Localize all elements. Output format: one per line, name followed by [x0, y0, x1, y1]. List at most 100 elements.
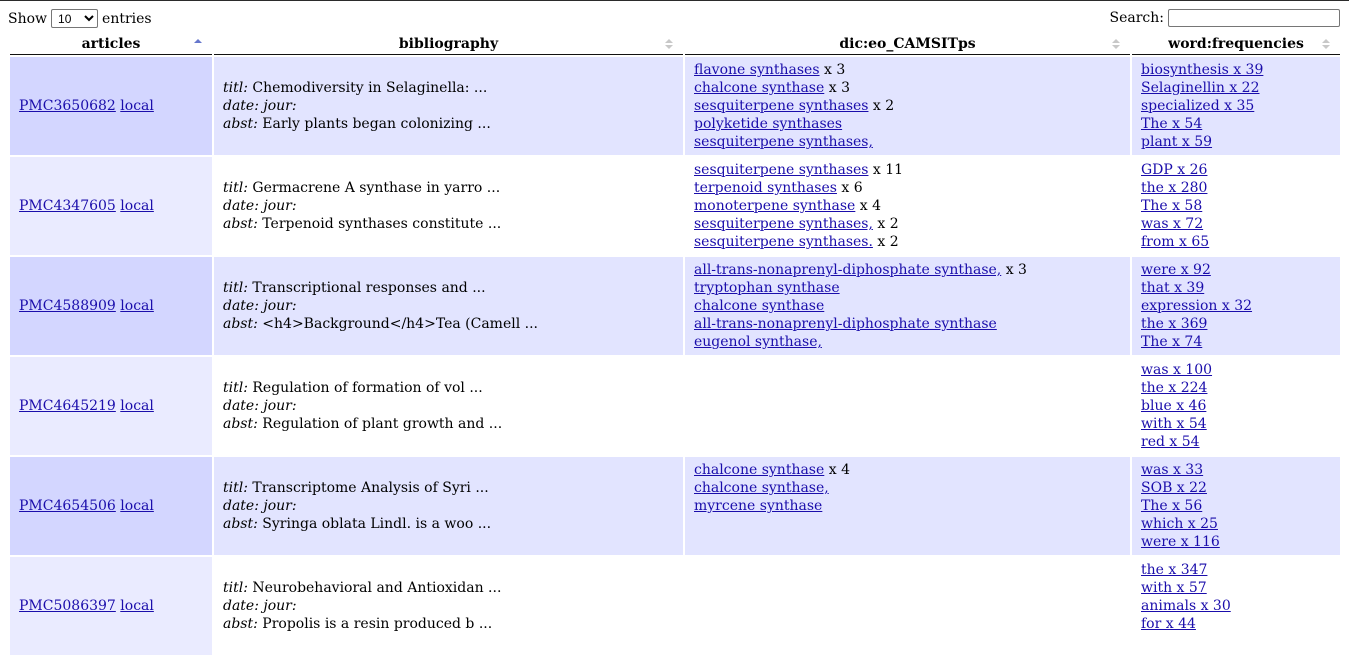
local-link[interactable]: local	[120, 98, 154, 114]
local-link[interactable]: local	[120, 398, 154, 414]
word-frequency-link[interactable]: were x 116	[1141, 534, 1220, 550]
header-row: articles bibliography dic:eo_CAMSITps wo…	[10, 34, 1340, 55]
bib-titl-label: titl:	[223, 280, 248, 296]
dic-term-link[interactable]: chalcone synthase	[694, 80, 824, 96]
word-frequency-link[interactable]: with x 54	[1141, 416, 1207, 432]
word-frequency-link[interactable]: with x 57	[1141, 580, 1207, 596]
local-link[interactable]: local	[120, 298, 154, 314]
dic-term-link[interactable]: tryptophan synthase	[694, 280, 840, 296]
word-frequency-link[interactable]: The x 74	[1141, 334, 1202, 350]
dic-term-link[interactable]: eugenol synthase,	[694, 334, 822, 350]
dic-term-link[interactable]: chalcone synthase	[694, 462, 824, 478]
dic-term-count: x 4	[855, 198, 882, 214]
word-frequency-link[interactable]: the x 224	[1141, 380, 1207, 396]
dic-term-link[interactable]: chalcone synthase,	[694, 480, 829, 496]
word-frequency-link[interactable]: biosynthesis x 39	[1141, 62, 1263, 78]
word-frequency-link[interactable]: that x 39	[1141, 280, 1204, 296]
word-frequency-link[interactable]: The x 58	[1141, 198, 1202, 214]
word-frequency-link[interactable]: plant x 59	[1141, 134, 1212, 150]
pmc-link[interactable]: PMC4654506	[19, 498, 116, 514]
dic-term-link[interactable]: all-trans-nonaprenyl-diphosphate synthas…	[694, 262, 1001, 278]
word-frequency-link[interactable]: the x 347	[1141, 562, 1207, 578]
dic-term-link[interactable]: flavone synthases	[694, 62, 820, 78]
sort-both-icon	[1322, 39, 1330, 49]
bibliography-cell: titl: Transcriptional responses and ... d…	[214, 257, 683, 355]
word-frequency-link[interactable]: The x 54	[1141, 116, 1202, 132]
word-frequency-link[interactable]: the x 280	[1141, 180, 1207, 196]
word-entry: was x 72	[1141, 215, 1340, 233]
column-header-dic[interactable]: dic:eo_CAMSITps	[685, 34, 1130, 55]
bibliography-cell: titl: Chemodiversity in Selaginella: ...…	[214, 57, 683, 155]
word-frequency-link[interactable]: Selaginellin x 22	[1141, 80, 1260, 96]
word-frequency-link[interactable]: the x 369	[1141, 316, 1207, 332]
bib-title: Germacrene A synthase in yarro ...	[252, 180, 501, 196]
dic-term-link[interactable]: polyketide synthases	[694, 116, 842, 132]
word-frequency-link[interactable]: blue x 46	[1141, 398, 1206, 414]
dic-term-count: x 2	[868, 98, 895, 114]
word-frequency-link[interactable]: was x 72	[1141, 216, 1203, 232]
pmc-link[interactable]: PMC5086397	[19, 598, 116, 614]
word-frequency-link[interactable]: from x 65	[1141, 234, 1209, 250]
local-link[interactable]: local	[120, 498, 154, 514]
dic-term-link[interactable]: myrcene synthase	[694, 498, 822, 514]
dic-term-link[interactable]: sesquiterpene synthases	[694, 162, 868, 178]
bib-abst-label: abst:	[223, 316, 258, 332]
word-frequency-link[interactable]: was x 100	[1141, 362, 1212, 378]
word-entry: biosynthesis x 39	[1141, 61, 1340, 79]
dic-term-link[interactable]: sesquiterpene synthases,	[694, 216, 873, 232]
pmc-link[interactable]: PMC4347605	[19, 198, 116, 214]
word-entry: animals x 30	[1141, 597, 1340, 615]
bib-abst-label: abst:	[223, 616, 258, 632]
word-frequency-link[interactable]: GDP x 26	[1141, 162, 1207, 178]
dic-term-link[interactable]: sesquiterpene synthases	[694, 98, 868, 114]
dic-term-link[interactable]: monoterpene synthase	[694, 198, 855, 214]
bibliography-cell: titl: Neurobehavioral and Antioxidan ...…	[214, 557, 683, 655]
word-entry: SOB x 22	[1141, 479, 1340, 497]
dic-entry: all-trans-nonaprenyl-diphosphate synthas…	[694, 261, 1130, 279]
word-frequency-link[interactable]: specialized x 35	[1141, 98, 1254, 114]
word-entry: was x 33	[1141, 461, 1340, 479]
word-frequency-link[interactable]: SOB x 22	[1141, 480, 1207, 496]
dic-term-link[interactable]: sesquiterpene synthases,	[694, 134, 873, 150]
word-frequency-link[interactable]: was x 33	[1141, 462, 1203, 478]
word-entry: from x 65	[1141, 233, 1340, 251]
dic-term-link[interactable]: all-trans-nonaprenyl-diphosphate synthas…	[694, 316, 997, 332]
entries-select[interactable]: 10	[51, 9, 99, 28]
dic-term-link[interactable]: terpenoid synthases	[694, 180, 837, 196]
local-link[interactable]: local	[120, 198, 154, 214]
word-frequency-link[interactable]: which x 25	[1141, 516, 1218, 532]
dic-entry: flavone synthases x 3	[694, 61, 1130, 79]
word-frequency-link[interactable]: animals x 30	[1141, 598, 1231, 614]
pmc-link[interactable]: PMC3650682	[19, 98, 116, 114]
word-frequency-link[interactable]: for x 44	[1141, 616, 1196, 632]
bib-title: Regulation of formation of vol ...	[252, 380, 483, 396]
pmc-link[interactable]: PMC4588909	[19, 298, 116, 314]
column-header-label: dic:eo_CAMSITps	[839, 36, 976, 52]
bib-title-line: titl: Chemodiversity in Selaginella: ...	[223, 79, 683, 97]
dic-term-link[interactable]: sesquiterpene synthases.	[694, 234, 873, 250]
word-entry: the x 224	[1141, 379, 1340, 397]
local-link[interactable]: local	[120, 598, 154, 614]
dic-cell: flavone synthases x 3 chalcone synthase x…	[685, 57, 1130, 155]
column-header-bibliography[interactable]: bibliography	[214, 34, 683, 55]
column-header-word-frequencies[interactable]: word:frequencies	[1132, 34, 1340, 55]
length-menu: Show 10 entries	[8, 9, 152, 28]
dic-entry: sesquiterpene synthases. x 2	[694, 233, 1130, 251]
word-frequency-link[interactable]: The x 56	[1141, 498, 1202, 514]
dic-term-link[interactable]: chalcone synthase	[694, 298, 824, 314]
word-frequency-link[interactable]: expression x 32	[1141, 298, 1252, 314]
word-entry: Selaginellin x 22	[1141, 79, 1340, 97]
dic-term-count: x 3	[1001, 262, 1027, 278]
pmc-link[interactable]: PMC4645219	[19, 398, 116, 414]
dic-entry: sesquiterpene synthases x 11	[694, 161, 1130, 179]
dic-cell	[685, 357, 1130, 455]
search-input[interactable]	[1168, 9, 1340, 27]
bibliography-cell: titl: Regulation of formation of vol ...…	[214, 357, 683, 455]
articles-cell: PMC4654506 local	[10, 457, 212, 555]
table-row: PMC4654506 local titl: Transcriptome Anal…	[10, 457, 1340, 555]
bib-title-line: titl: Germacrene A synthase in yarro ...	[223, 179, 683, 197]
bibliography-cell: titl: Germacrene A synthase in yarro ...…	[214, 157, 683, 255]
word-frequency-link[interactable]: red x 54	[1141, 434, 1200, 450]
column-header-articles[interactable]: articles	[10, 34, 212, 55]
word-frequency-link[interactable]: were x 92	[1141, 262, 1211, 278]
